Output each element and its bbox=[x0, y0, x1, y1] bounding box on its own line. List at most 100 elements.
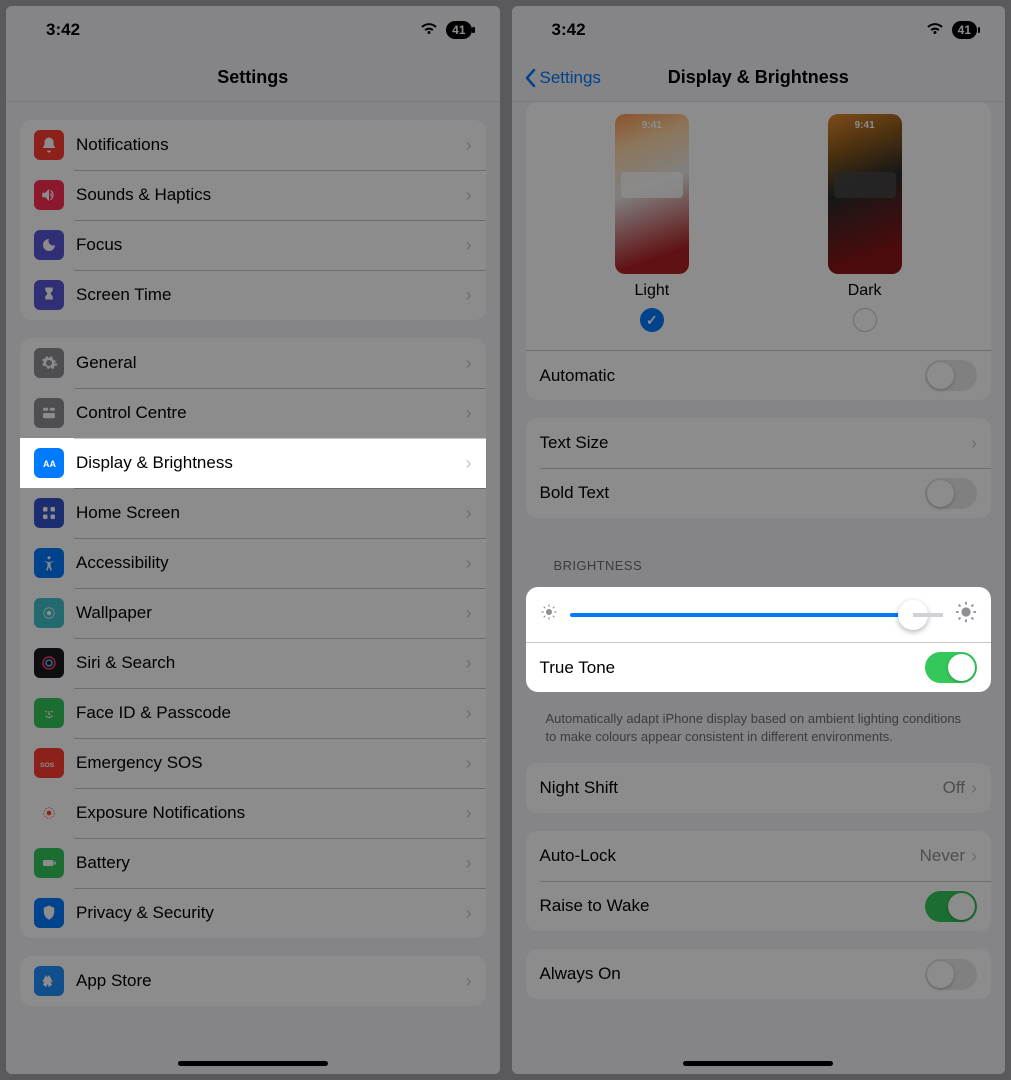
dark-preview: 9:41 bbox=[828, 114, 902, 274]
row-screen-time[interactable]: Screen Time› bbox=[20, 270, 486, 320]
status-time: 3:42 bbox=[46, 20, 80, 40]
nav-bar: Settings Display & Brightness bbox=[512, 54, 1006, 102]
accessibility-icon bbox=[34, 548, 64, 578]
raise-to-wake-row[interactable]: Raise to Wake bbox=[526, 881, 992, 931]
page-title: Settings bbox=[217, 67, 288, 88]
text-size-row[interactable]: Text Size › bbox=[526, 418, 992, 468]
text-size-label: Text Size bbox=[540, 433, 972, 453]
svg-text:SOS: SOS bbox=[40, 762, 55, 769]
row-siri-search[interactable]: Siri & Search› bbox=[20, 638, 486, 688]
chevron-icon: › bbox=[466, 235, 472, 256]
chevron-icon: › bbox=[466, 503, 472, 524]
row-emergency-sos[interactable]: SOSEmergency SOS› bbox=[20, 738, 486, 788]
true-tone-description: Automatically adapt iPhone display based… bbox=[526, 702, 992, 745]
wifi-icon bbox=[926, 20, 944, 40]
exposure-notifications-icon bbox=[34, 798, 64, 828]
siri-search-label: Siri & Search bbox=[76, 653, 466, 673]
nav-bar: Settings bbox=[6, 54, 500, 102]
chevron-icon: › bbox=[466, 703, 472, 724]
sounds-haptics-icon bbox=[34, 180, 64, 210]
row-battery[interactable]: Battery› bbox=[20, 838, 486, 888]
auto-lock-row[interactable]: Auto-Lock Never › bbox=[526, 831, 992, 881]
bold-text-toggle[interactable] bbox=[925, 478, 977, 509]
raise-to-wake-toggle[interactable] bbox=[925, 891, 977, 922]
appearance-dark-option[interactable]: 9:41 Dark bbox=[828, 114, 902, 332]
appearance-light-option[interactable]: 9:41 Light bbox=[615, 114, 689, 332]
automatic-label: Automatic bbox=[540, 366, 926, 386]
row-face-id-passcode[interactable]: Face ID & Passcode› bbox=[20, 688, 486, 738]
row-privacy-security[interactable]: Privacy & Security› bbox=[20, 888, 486, 938]
dark-label: Dark bbox=[828, 282, 902, 300]
light-radio[interactable] bbox=[640, 308, 664, 332]
automatic-row[interactable]: Automatic bbox=[526, 350, 992, 400]
focus-label: Focus bbox=[76, 235, 466, 255]
home-indicator bbox=[683, 1061, 833, 1066]
emergency-sos-icon: SOS bbox=[34, 748, 64, 778]
home-screen-icon bbox=[34, 498, 64, 528]
chevron-icon: › bbox=[466, 135, 472, 156]
row-exposure-notifications[interactable]: Exposure Notifications› bbox=[20, 788, 486, 838]
battery-label: Battery bbox=[76, 853, 466, 873]
sun-large-icon bbox=[955, 601, 977, 628]
app-store-label: App Store bbox=[76, 971, 466, 991]
privacy-security-icon bbox=[34, 898, 64, 928]
row-control-centre[interactable]: Control Centre› bbox=[20, 388, 486, 438]
display-brightness-screen: 3:42 41 Settings Display & Brightness 9:… bbox=[512, 6, 1006, 1074]
night-shift-label: Night Shift bbox=[540, 778, 943, 798]
bold-text-label: Bold Text bbox=[540, 483, 926, 503]
auto-lock-label: Auto-Lock bbox=[540, 846, 920, 866]
row-general[interactable]: General› bbox=[20, 338, 486, 388]
sounds-haptics-label: Sounds & Haptics bbox=[76, 185, 466, 205]
always-on-toggle[interactable] bbox=[925, 959, 977, 990]
app-store-icon bbox=[34, 966, 64, 996]
battery-icon: 41 bbox=[446, 21, 471, 39]
brightness-header: BRIGHTNESS bbox=[526, 536, 992, 579]
chevron-icon: › bbox=[466, 453, 472, 474]
appearance-selector: 9:41 Light 9:41 Dark bbox=[526, 102, 992, 350]
row-sounds-haptics[interactable]: Sounds & Haptics› bbox=[20, 170, 486, 220]
privacy-security-label: Privacy & Security bbox=[76, 903, 466, 923]
status-bar: 3:42 41 bbox=[6, 6, 500, 54]
bold-text-row[interactable]: Bold Text bbox=[526, 468, 992, 518]
row-app-store[interactable]: App Store› bbox=[20, 956, 486, 1006]
night-shift-row[interactable]: Night Shift Off › bbox=[526, 763, 992, 813]
back-button[interactable]: Settings bbox=[524, 68, 601, 88]
wallpaper-label: Wallpaper bbox=[76, 603, 466, 623]
slider-thumb[interactable] bbox=[898, 600, 928, 630]
chevron-icon: › bbox=[466, 285, 472, 306]
notifications-label: Notifications bbox=[76, 135, 466, 155]
brightness-slider[interactable] bbox=[570, 613, 944, 617]
true-tone-toggle[interactable] bbox=[925, 652, 977, 683]
general-label: General bbox=[76, 353, 466, 373]
automatic-toggle[interactable] bbox=[925, 360, 977, 391]
home-screen-label: Home Screen bbox=[76, 503, 466, 523]
night-shift-value: Off bbox=[943, 778, 965, 798]
brightness-group: True Tone bbox=[526, 587, 992, 692]
notifications-icon bbox=[34, 130, 64, 160]
general-icon bbox=[34, 348, 64, 378]
row-accessibility[interactable]: Accessibility› bbox=[20, 538, 486, 588]
control-centre-icon bbox=[34, 398, 64, 428]
light-label: Light bbox=[615, 282, 689, 300]
raise-to-wake-label: Raise to Wake bbox=[540, 896, 926, 916]
dark-radio[interactable] bbox=[853, 308, 877, 332]
row-display-brightness[interactable]: AADisplay & Brightness› bbox=[20, 438, 486, 488]
row-notifications[interactable]: Notifications› bbox=[20, 120, 486, 170]
chevron-icon: › bbox=[466, 903, 472, 924]
chevron-icon: › bbox=[971, 778, 977, 799]
face-id-passcode-icon bbox=[34, 698, 64, 728]
wifi-icon bbox=[420, 20, 438, 40]
chevron-icon: › bbox=[466, 603, 472, 624]
true-tone-row[interactable]: True Tone bbox=[526, 642, 992, 692]
status-time: 3:42 bbox=[552, 20, 586, 40]
display-brightness-icon: AA bbox=[34, 448, 64, 478]
always-on-row[interactable]: Always On bbox=[526, 949, 992, 999]
back-label: Settings bbox=[540, 68, 601, 88]
settings-screen: 3:42 41 Settings Notifications›Sounds & … bbox=[6, 6, 500, 1074]
row-focus[interactable]: Focus› bbox=[20, 220, 486, 270]
wallpaper-icon bbox=[34, 598, 64, 628]
battery-icon: 41 bbox=[952, 21, 977, 39]
row-wallpaper[interactable]: Wallpaper› bbox=[20, 588, 486, 638]
row-home-screen[interactable]: Home Screen› bbox=[20, 488, 486, 538]
chevron-icon: › bbox=[466, 653, 472, 674]
